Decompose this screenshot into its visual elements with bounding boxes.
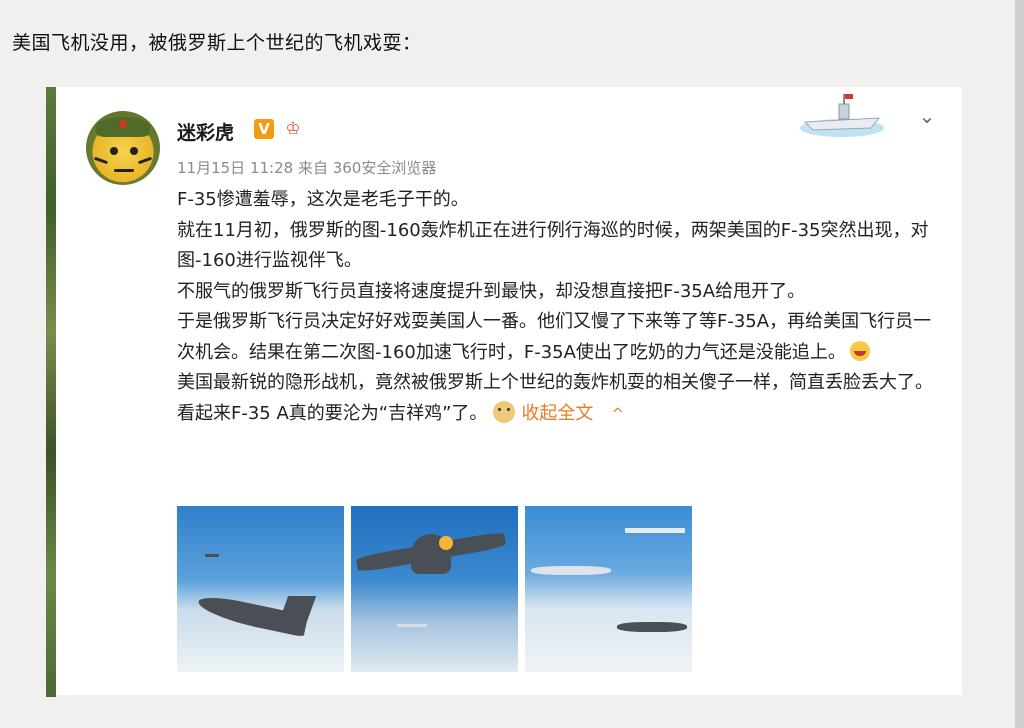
post-paragraph: 就在11月初，俄罗斯的图-160轰炸机正在进行例行海巡的时候，两架美国的F-35… bbox=[177, 219, 929, 272]
post-paragraph: 于是俄罗斯飞行员决定好好戏耍美国人一番。他们又慢了下来等了等F-35A，再给美国… bbox=[177, 307, 937, 368]
avatar-eye-right bbox=[130, 147, 138, 155]
jet-tail bbox=[275, 596, 317, 630]
expand-chevron-icon[interactable]: ⌄ bbox=[914, 103, 940, 129]
page-caption: 美国飞机没用，被俄罗斯上个世纪的飞机戏耍： bbox=[12, 32, 422, 54]
jet-shape bbox=[617, 622, 687, 632]
right-edge-strip bbox=[1015, 0, 1024, 728]
avatar-mouth bbox=[114, 169, 134, 172]
post-photo-3[interactable] bbox=[525, 506, 692, 672]
avatar-hat-star bbox=[119, 120, 127, 128]
distant-plane bbox=[625, 528, 685, 533]
crown-icon[interactable]: ♔ bbox=[282, 119, 304, 139]
post-paragraph: 美国最新锐的隐形战机，竟然被俄罗斯上个世纪的轰炸机耍的相关傻子一样，简直丢脸丢大… bbox=[177, 368, 937, 429]
doge-emoji-icon bbox=[493, 400, 516, 423]
weibo-post-card: 迷彩虎 V ♔ 11月15日 11:28 来自 360安全浏览器 ⌄ F-35惨… bbox=[56, 87, 962, 695]
distant-plane bbox=[397, 624, 427, 627]
collapse-full-text-link[interactable]: 收起全文 bbox=[521, 403, 593, 424]
avatar-eye-left bbox=[110, 147, 118, 155]
post-paragraph: F-35惨遭羞辱，这次是老毛子干的。 bbox=[177, 189, 469, 210]
user-avatar[interactable] bbox=[86, 111, 160, 185]
post-body: F-35惨遭羞辱，这次是老毛子干的。 就在11月初，俄罗斯的图-160轰炸机正在… bbox=[177, 185, 937, 429]
avatar-stripe bbox=[137, 156, 153, 165]
distant-plane bbox=[205, 554, 219, 557]
post-photo-2[interactable] bbox=[351, 506, 518, 672]
avatar-stripe bbox=[93, 156, 109, 165]
username[interactable]: 迷彩虎 bbox=[177, 118, 234, 145]
verified-v-icon[interactable]: V bbox=[254, 119, 274, 139]
bomber-shape bbox=[531, 566, 611, 575]
post-photo-1[interactable] bbox=[177, 506, 344, 672]
chevron-up-icon[interactable]: ^ bbox=[611, 399, 624, 430]
afterburner-glow bbox=[439, 536, 453, 550]
post-paragraph-text: 于是俄罗斯飞行员决定好好戏耍美国人一番。他们又慢了下来等了等F-35A，再给美国… bbox=[177, 311, 932, 363]
aircraft-carrier-icon bbox=[800, 94, 884, 137]
left-image-strip bbox=[46, 87, 56, 697]
post-meta: 11月15日 11:28 来自 360安全浏览器 bbox=[177, 159, 437, 177]
post-paragraph: 不服气的俄罗斯飞行员直接将速度提升到最快，却没想直接把F-35A给甩开了。 bbox=[177, 280, 806, 302]
laugh-emoji-icon bbox=[849, 340, 870, 361]
